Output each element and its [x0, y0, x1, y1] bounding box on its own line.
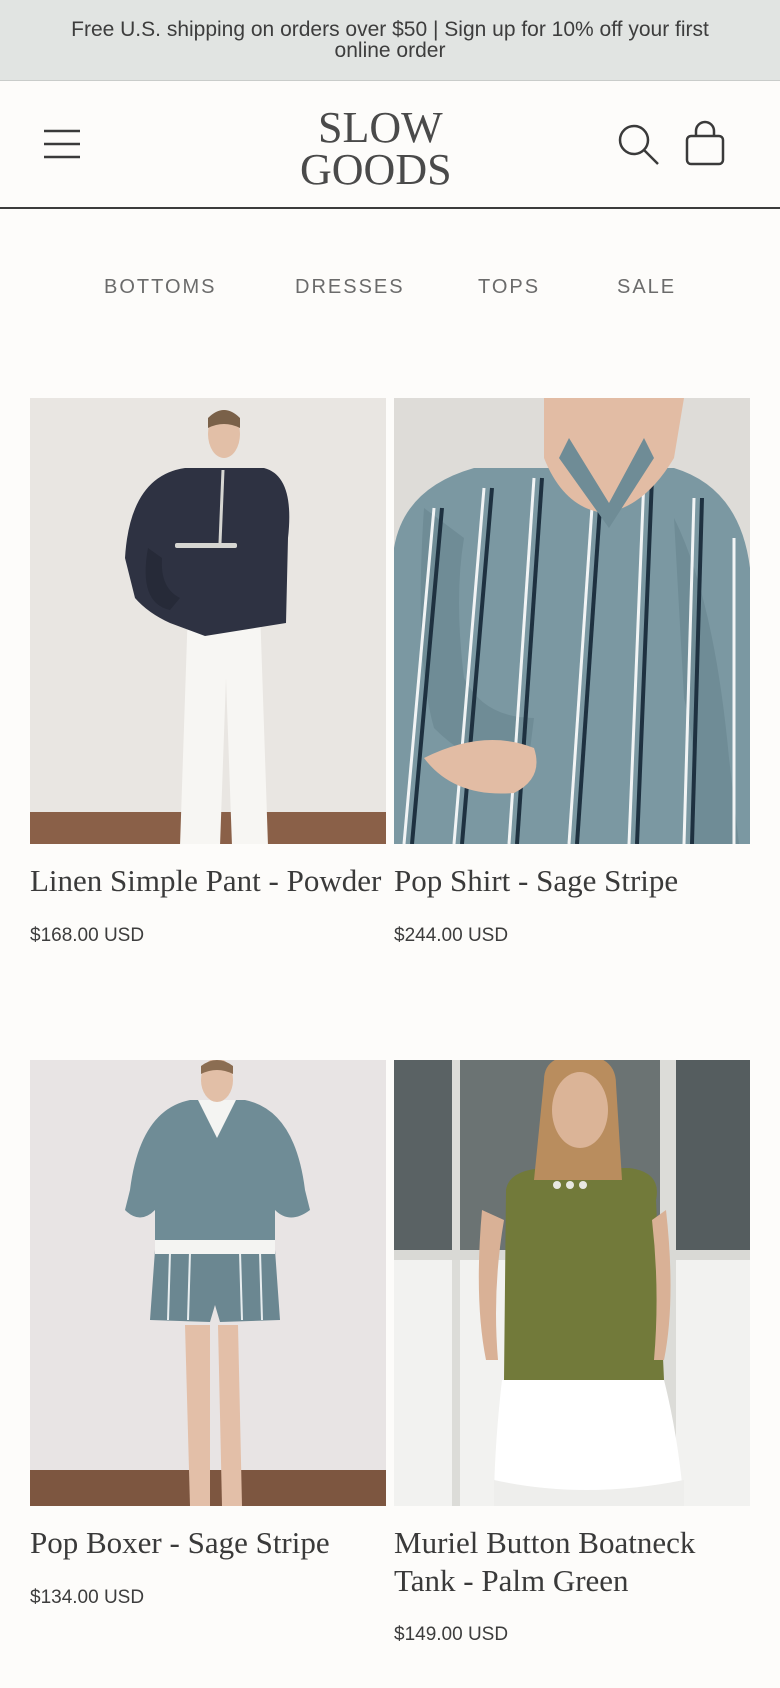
product-title[interactable]: Pop Boxer - Sage Stripe [30, 1524, 386, 1562]
product-title[interactable]: Muriel Button Boatneck Tank - Palm Green [394, 1524, 750, 1600]
product-image[interactable] [394, 398, 750, 844]
svg-text:GOODS: GOODS [300, 145, 452, 190]
category-dresses[interactable]: DRESSES [295, 276, 405, 299]
cart-button[interactable] [682, 120, 728, 170]
search-button[interactable] [614, 120, 664, 170]
category-bottoms[interactable]: BOTTOMS [104, 276, 217, 299]
cart-icon [685, 120, 725, 166]
announcement-bar[interactable]: Free U.S. shipping on orders over $50 | … [0, 0, 780, 81]
product-price: $134.00 USD [30, 1587, 145, 1608]
product-price: $244.00 USD [394, 925, 509, 946]
product-title[interactable]: Pop Shirt - Sage Stripe [394, 862, 750, 900]
product-image[interactable] [394, 1060, 750, 1506]
category-tops[interactable]: TOPS [478, 276, 540, 299]
menu-icon [44, 129, 80, 159]
product-price: $168.00 USD [30, 925, 145, 946]
announcement-text: Free U.S. shipping on orders over $50 | … [71, 18, 709, 62]
product-price: $149.00 USD [394, 1624, 509, 1645]
site-header: SLOW GOODS [0, 82, 780, 209]
search-icon [618, 124, 659, 165]
category-nav: BOTTOMS DRESSES TOPS SALE [0, 268, 780, 308]
category-sale[interactable]: SALE [617, 276, 676, 299]
menu-button[interactable] [40, 122, 84, 166]
logo-wordmark: SLOW GOODS [300, 103, 452, 194]
product-image[interactable] [30, 398, 386, 844]
product-image[interactable] [30, 1060, 386, 1506]
product-title[interactable]: Linen Simple Pant - Powder [30, 862, 386, 900]
logo[interactable]: SLOW GOODS [290, 100, 490, 194]
